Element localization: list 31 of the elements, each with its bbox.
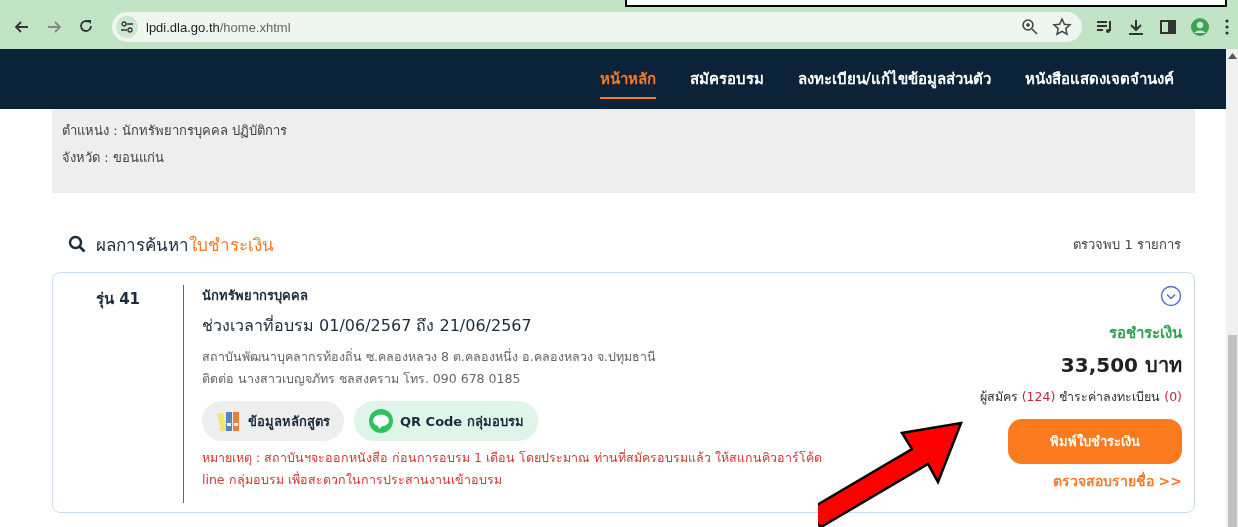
site-settings-icon[interactable] — [120, 20, 134, 34]
nav-tab[interactable]: สมัครอบรม — [689, 59, 764, 99]
scroll-up-icon[interactable] — [1228, 52, 1237, 60]
qr-code-button[interactable]: QR Code กลุ่มอบรม — [354, 401, 538, 441]
search-icon — [68, 235, 86, 253]
nav-tab[interactable]: หน้าหลัก — [599, 59, 656, 99]
star-icon[interactable] — [1052, 17, 1072, 37]
chat-bubble-icon — [368, 408, 394, 434]
location-text: สถาบันพัฒนาบุคลากรท้องถิ่น ซ.คลองหลวง 8 ต.คลองหนึ่ง อ.คลองหลวง จ.ปทุมธานี — [202, 347, 657, 367]
download-icon[interactable] — [1126, 17, 1146, 37]
batch-label: รุ่น 41 — [94, 289, 142, 311]
address-bar[interactable]: lpdi.dla.go.th/home.xhtml — [112, 12, 1082, 42]
training-period: ช่วงเวลาที่อบรม 01/06/2567 ถึง 21/06/2567 — [202, 314, 533, 337]
expand-toggle-icon[interactable] — [1160, 285, 1182, 307]
price-text: 33,500 บาท — [1060, 352, 1182, 379]
section-title: ผลการค้นหาใบชำระเงิน — [96, 233, 274, 257]
nav-tab[interactable]: หนังสือแสดงเจตจำนงค์ — [1025, 59, 1174, 99]
payment-status: รอชำระเงิน — [1109, 323, 1182, 344]
profile-info-text: จังหวัด : ขอนแก่น — [62, 149, 165, 167]
contact-text: ติดต่อ นางสาวเบญจภัทร ชลสงคราม โทร. 090 678 0185 — [202, 370, 522, 388]
scrollbar-thumb[interactable] — [1228, 335, 1237, 527]
registration-summary: ผู้สมัคร (124) ชำระค่าลงทะเบียน (0) — [979, 388, 1182, 407]
zoom-icon[interactable] — [1020, 17, 1040, 37]
result-count: ตรวจพบ 1 รายการ — [1073, 235, 1181, 254]
side-panel-icon[interactable] — [1158, 17, 1178, 37]
course-name: นักทรัพยากรบุคคล — [202, 287, 309, 306]
profile-info-text: ตำแหน่ง : นักทรัพยากรบุคคล ปฏิบัติการ — [62, 122, 288, 141]
url-text: lpdi.dla.go.th/home.xhtml — [146, 19, 292, 35]
note-text: หมายเหตุ : สถาบันฯจะออกหนังสือ ก่อนการอบรม 1 เดือน โดยประมาณ ท่านที่สมัครอบรมแล้ว ให้สแกนคิวอาร์โค้ด line กลุ่มอบรม เพื่อสะดวกในการประสานงานเข้าอบรม — [202, 448, 822, 490]
nav-tab[interactable]: ลงทะเบียน/แก้ไขข้อมูลส่วนตัว — [797, 59, 991, 99]
course-info-button[interactable]: ข้อมูลหลักสูตร — [202, 401, 344, 441]
